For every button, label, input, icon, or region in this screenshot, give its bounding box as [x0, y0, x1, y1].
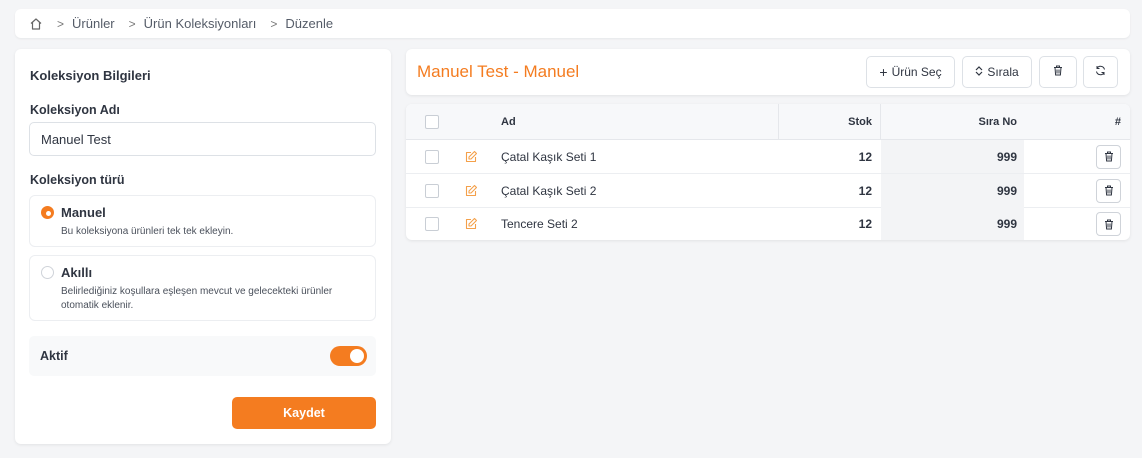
product-stock: 12 [858, 183, 872, 198]
card-title: Koleksiyon Bilgileri [30, 68, 151, 83]
row-checkbox[interactable] [425, 149, 439, 164]
active-toggle[interactable] [330, 346, 367, 366]
breadcrumb-item-edit: Düzenle [285, 16, 334, 31]
header-stock[interactable]: Stok [779, 104, 879, 139]
trash-icon [1104, 151, 1113, 162]
product-name: Tencere Seti 2 [501, 217, 578, 231]
trash-icon [1104, 219, 1113, 229]
collection-name-label: Koleksiyon Adı [30, 103, 120, 117]
chevron-right-icon: > [128, 16, 136, 31]
delete-row-button[interactable] [1096, 178, 1121, 203]
header-order[interactable]: Sıra No [881, 104, 1024, 139]
product-order[interactable]: 999 [881, 207, 1024, 240]
sort-label: Sırala [987, 65, 1019, 79]
product-order[interactable]: 999 [881, 174, 1024, 207]
product-name: Çatal Kaşık Seti 1 [501, 149, 597, 164]
product-stock: 12 [858, 149, 872, 164]
delete-row-button[interactable] [1096, 144, 1121, 169]
radio-manual[interactable] [41, 206, 54, 219]
edit-icon[interactable] [464, 140, 478, 173]
product-name: Çatal Kaşık Seti 2 [501, 183, 597, 198]
breadcrumb-item-collections[interactable]: Ürün Koleksiyonları [144, 16, 257, 31]
row-checkbox[interactable] [425, 183, 439, 198]
collection-header: Manuel Test - Manuel + Ürün Seç Sırala [406, 49, 1130, 95]
select-product-button[interactable]: + Ürün Seç [866, 56, 955, 88]
collection-info-card: Koleksiyon Bilgileri Koleksiyon Adı Kole… [15, 49, 391, 444]
trash-icon [1053, 65, 1063, 79]
table-row: Tencere Seti 2 12 999 [406, 207, 1130, 240]
type-option-manual[interactable]: Manuel Bu koleksiyona ürünleri tek tek e… [29, 195, 376, 247]
edit-icon[interactable] [464, 207, 478, 240]
table-row: Çatal Kaşık Seti 2 12 999 [406, 174, 1130, 208]
select-product-label: Ürün Seç [891, 65, 942, 79]
collection-name-input[interactable] [29, 122, 376, 156]
chevron-right-icon: > [270, 16, 278, 31]
active-label: Aktif [40, 349, 68, 363]
row-checkbox[interactable] [425, 217, 439, 231]
option-title: Manuel [61, 205, 106, 220]
breadcrumb-item-products[interactable]: Ürünler [72, 16, 115, 31]
product-stock: 12 [858, 217, 872, 231]
product-table: Ad Stok Sıra No # Çatal Kaşık Seti 1 12 … [406, 104, 1130, 240]
edit-icon[interactable] [464, 174, 478, 207]
table-header: Ad Stok Sıra No # [406, 104, 1130, 140]
type-option-smart[interactable]: Akıllı Belirlediğiniz koşullara eşleşen … [29, 255, 376, 321]
refresh-icon [1095, 65, 1106, 79]
refresh-button[interactable] [1083, 56, 1118, 88]
chevron-right-icon: > [57, 16, 65, 31]
sort-button[interactable]: Sırala [962, 56, 1032, 88]
option-description: Belirlediğiniz koşullara eşleşen mevcut … [61, 286, 333, 311]
table-row: Çatal Kaşık Seti 1 12 999 [406, 140, 1130, 174]
toggle-knob [350, 349, 364, 363]
select-all-checkbox[interactable] [425, 114, 439, 129]
product-order[interactable]: 999 [881, 140, 1024, 173]
breadcrumb: > Ürünler > Ürün Koleksiyonları > Düzenl… [15, 9, 1130, 38]
option-description: Bu koleksiyona ürünleri tek tek ekleyin. [61, 226, 234, 237]
delete-row-button[interactable] [1096, 212, 1121, 236]
save-button[interactable]: Kaydet [232, 397, 376, 429]
trash-icon [1104, 185, 1113, 196]
plus-icon: + [879, 64, 888, 80]
collection-title: Manuel Test - Manuel [417, 62, 580, 81]
header-actions: # [1114, 115, 1121, 128]
option-title: Akıllı [61, 265, 93, 280]
home-icon[interactable] [29, 17, 43, 31]
radio-smart[interactable] [41, 266, 54, 279]
active-row: Aktif [29, 336, 376, 376]
delete-collection-button[interactable] [1039, 56, 1077, 88]
sort-icon [975, 65, 983, 79]
collection-type-label: Koleksiyon türü [30, 173, 125, 187]
header-name[interactable]: Ad [501, 104, 516, 139]
